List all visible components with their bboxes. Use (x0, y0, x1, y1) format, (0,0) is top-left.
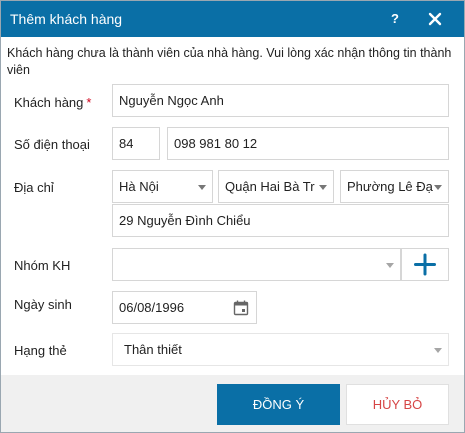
birthday-input[interactable]: 06/08/1996 (112, 291, 257, 324)
chevron-down-icon (386, 263, 394, 268)
membership-notice: Khách hàng chưa là thành viên của nhà hà… (7, 46, 452, 77)
customer-group-label: Nhóm KH (14, 258, 71, 273)
address-label: Địa chỉ (14, 180, 54, 195)
close-button[interactable] (425, 9, 445, 29)
close-icon (428, 12, 442, 26)
district-value: Quận Hai Bà Tr (225, 179, 315, 194)
chevron-down-icon (434, 185, 442, 190)
dialog-title: Thêm khách hàng (10, 11, 123, 27)
customer-group-select[interactable] (112, 248, 401, 281)
province-value: Hà Nội (119, 179, 159, 194)
card-tier-select[interactable]: Thân thiết (112, 333, 449, 366)
chevron-down-icon (198, 185, 206, 190)
country-code-value: 84 (119, 136, 134, 151)
add-group-button[interactable] (401, 248, 449, 281)
customer-name-input[interactable]: Nguyễn Ngọc Anh (112, 84, 449, 117)
help-button[interactable]: ? (387, 9, 403, 29)
ward-select[interactable]: Phường Lê Đạ (340, 170, 449, 203)
card-tier-value: Thân thiết (124, 342, 182, 357)
customer-name-value: Nguyễn Ngọc Anh (119, 93, 224, 108)
plus-icon (414, 253, 436, 276)
birthday-value: 06/08/1996 (119, 300, 185, 315)
phone-number-value: 098 981 80 12 (174, 136, 258, 151)
confirm-button[interactable]: ĐỒNG Ý (217, 384, 340, 425)
card-tier-label: Hạng thẻ (14, 343, 67, 358)
customer-label-text: Khách hàng (14, 95, 84, 110)
province-select[interactable]: Hà Nội (112, 170, 213, 203)
street-address-input[interactable]: 29 Nguyễn Đình Chiểu (112, 204, 449, 237)
street-address-value: 29 Nguyễn Đình Chiểu (119, 213, 251, 228)
chevron-down-icon (319, 185, 327, 190)
required-mark: * (86, 95, 92, 110)
ward-value: Phường Lê Đạ (347, 179, 433, 194)
country-code-input[interactable]: 84 (112, 127, 160, 160)
district-select[interactable]: Quận Hai Bà Tr (218, 170, 334, 203)
birthday-label: Ngày sinh (14, 297, 72, 312)
customer-label: Khách hàng * (14, 95, 91, 110)
add-customer-dialog: Thêm khách hàng ? Khách hàng chưa là thà… (0, 0, 465, 433)
phone-number-input[interactable]: 098 981 80 12 (167, 127, 449, 160)
dialog-titlebar: Thêm khách hàng ? (1, 1, 464, 37)
chevron-down-icon (434, 348, 442, 353)
phone-label: Số điện thoại (14, 137, 90, 152)
calendar-icon[interactable] (233, 300, 249, 316)
cancel-button[interactable]: HỦY BỎ (346, 384, 449, 425)
